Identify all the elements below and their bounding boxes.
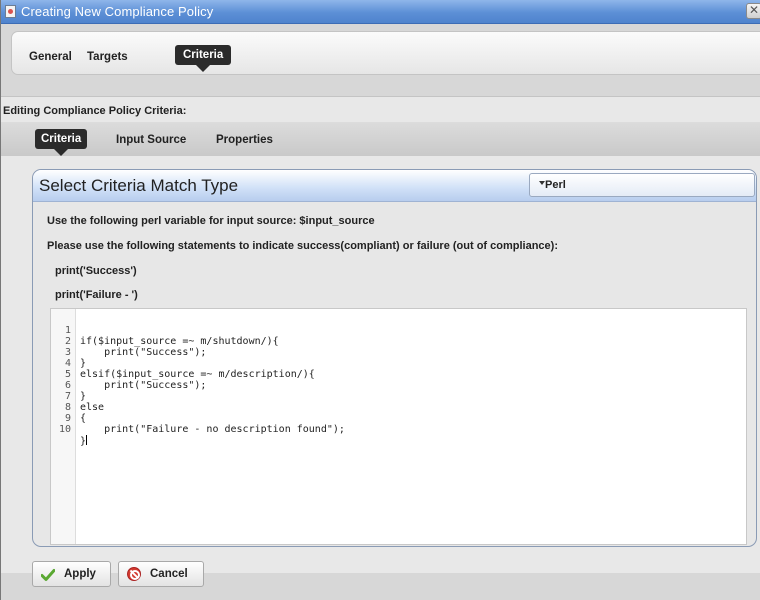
- success-statement: print('Success'): [55, 265, 137, 277]
- editing-heading: Editing Compliance Policy Criteria:: [3, 105, 187, 117]
- match-type-title: Select Criteria Match Type: [39, 176, 239, 195]
- failure-statement: print('Failure - '): [55, 289, 138, 301]
- tab-targets[interactable]: Targets: [87, 47, 128, 67]
- tab-general[interactable]: General: [29, 47, 72, 67]
- checkmark-icon: [41, 569, 55, 581]
- text-cursor: [86, 435, 88, 445]
- subtab-properties[interactable]: Properties: [216, 130, 273, 150]
- cancel-icon: [127, 567, 141, 581]
- code-line: 6 }: [51, 369, 99, 402]
- code-line: 3 }: [51, 336, 99, 369]
- language-select[interactable]: Perl: [529, 173, 755, 197]
- status-statement-info: Please use the following statements to i…: [47, 240, 558, 252]
- policy-icon: [5, 5, 16, 18]
- code-line: 1 if($input_source =~ m/shutdown/){: [51, 314, 279, 347]
- code-text: print("Failure - no description found");: [80, 424, 345, 435]
- code-line: 8 {: [51, 391, 99, 424]
- input-variable-info: Use the following perl variable for inpu…: [47, 215, 375, 227]
- code-line: 2 print("Success");: [51, 325, 206, 358]
- apply-label: Apply: [64, 568, 96, 580]
- code-line: 9 print("Failure - no description found"…: [51, 402, 345, 435]
- tab-criteria[interactable]: Criteria: [175, 45, 232, 72]
- apply-button[interactable]: Apply: [32, 561, 111, 587]
- code-editor[interactable]: 1 if($input_source =~ m/shutdown/){ 2 pr…: [50, 308, 747, 545]
- code-text: if($input_source =~ m/shutdown/){: [80, 336, 279, 347]
- compliance-policy-dialog: Creating New Compliance Policy ✕ General…: [0, 0, 760, 600]
- subtab-input-source[interactable]: Input Source: [116, 130, 186, 150]
- match-type-header: Select Criteria Match Type Perl: [33, 170, 756, 202]
- code-line: 10 }: [51, 413, 99, 447]
- window-title: Creating New Compliance Policy: [21, 4, 214, 19]
- top-tab-strip: General Targets Criteria: [11, 31, 760, 75]
- code-text: }: [80, 435, 88, 447]
- cancel-button[interactable]: Cancel: [118, 561, 204, 587]
- title-bar[interactable]: Creating New Compliance Policy ✕: [1, 0, 760, 24]
- code-line: 4 elsif($input_source =~ m/description/)…: [51, 347, 315, 380]
- line-number: 10: [58, 424, 71, 435]
- sub-tab-strip: Criteria Input Source Properties: [1, 122, 760, 156]
- cancel-label: Cancel: [150, 568, 188, 580]
- criteria-match-box: Select Criteria Match Type Perl Use the …: [32, 169, 757, 547]
- close-button[interactable]: ✕: [746, 3, 760, 19]
- code-text: elsif($input_source =~ m/description/){: [80, 369, 315, 380]
- code-line: 7 else: [51, 380, 104, 413]
- language-value: Perl: [545, 179, 566, 191]
- subtab-criteria[interactable]: Criteria: [35, 129, 88, 156]
- code-line: 5 print("Success");: [51, 358, 206, 391]
